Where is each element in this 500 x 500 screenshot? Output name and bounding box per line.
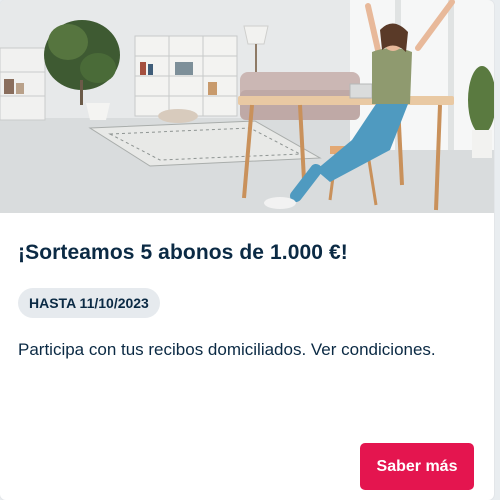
promo-title: ¡Sorteamos 5 abonos de 1.000 €! (18, 241, 348, 264)
promo-hero-image (0, 0, 494, 213)
deadline-badge: HASTA 11/10/2023 (18, 288, 160, 318)
promo-card: ¡Sorteamos 5 abonos de 1.000 €! HASTA 11… (0, 0, 494, 500)
promo-content: ¡Sorteamos 5 abonos de 1.000 €! HASTA 11… (18, 213, 476, 361)
promo-description: Participa con tus recibos domiciliados. … (18, 340, 436, 359)
saber-mas-button[interactable]: Saber más (360, 443, 474, 490)
